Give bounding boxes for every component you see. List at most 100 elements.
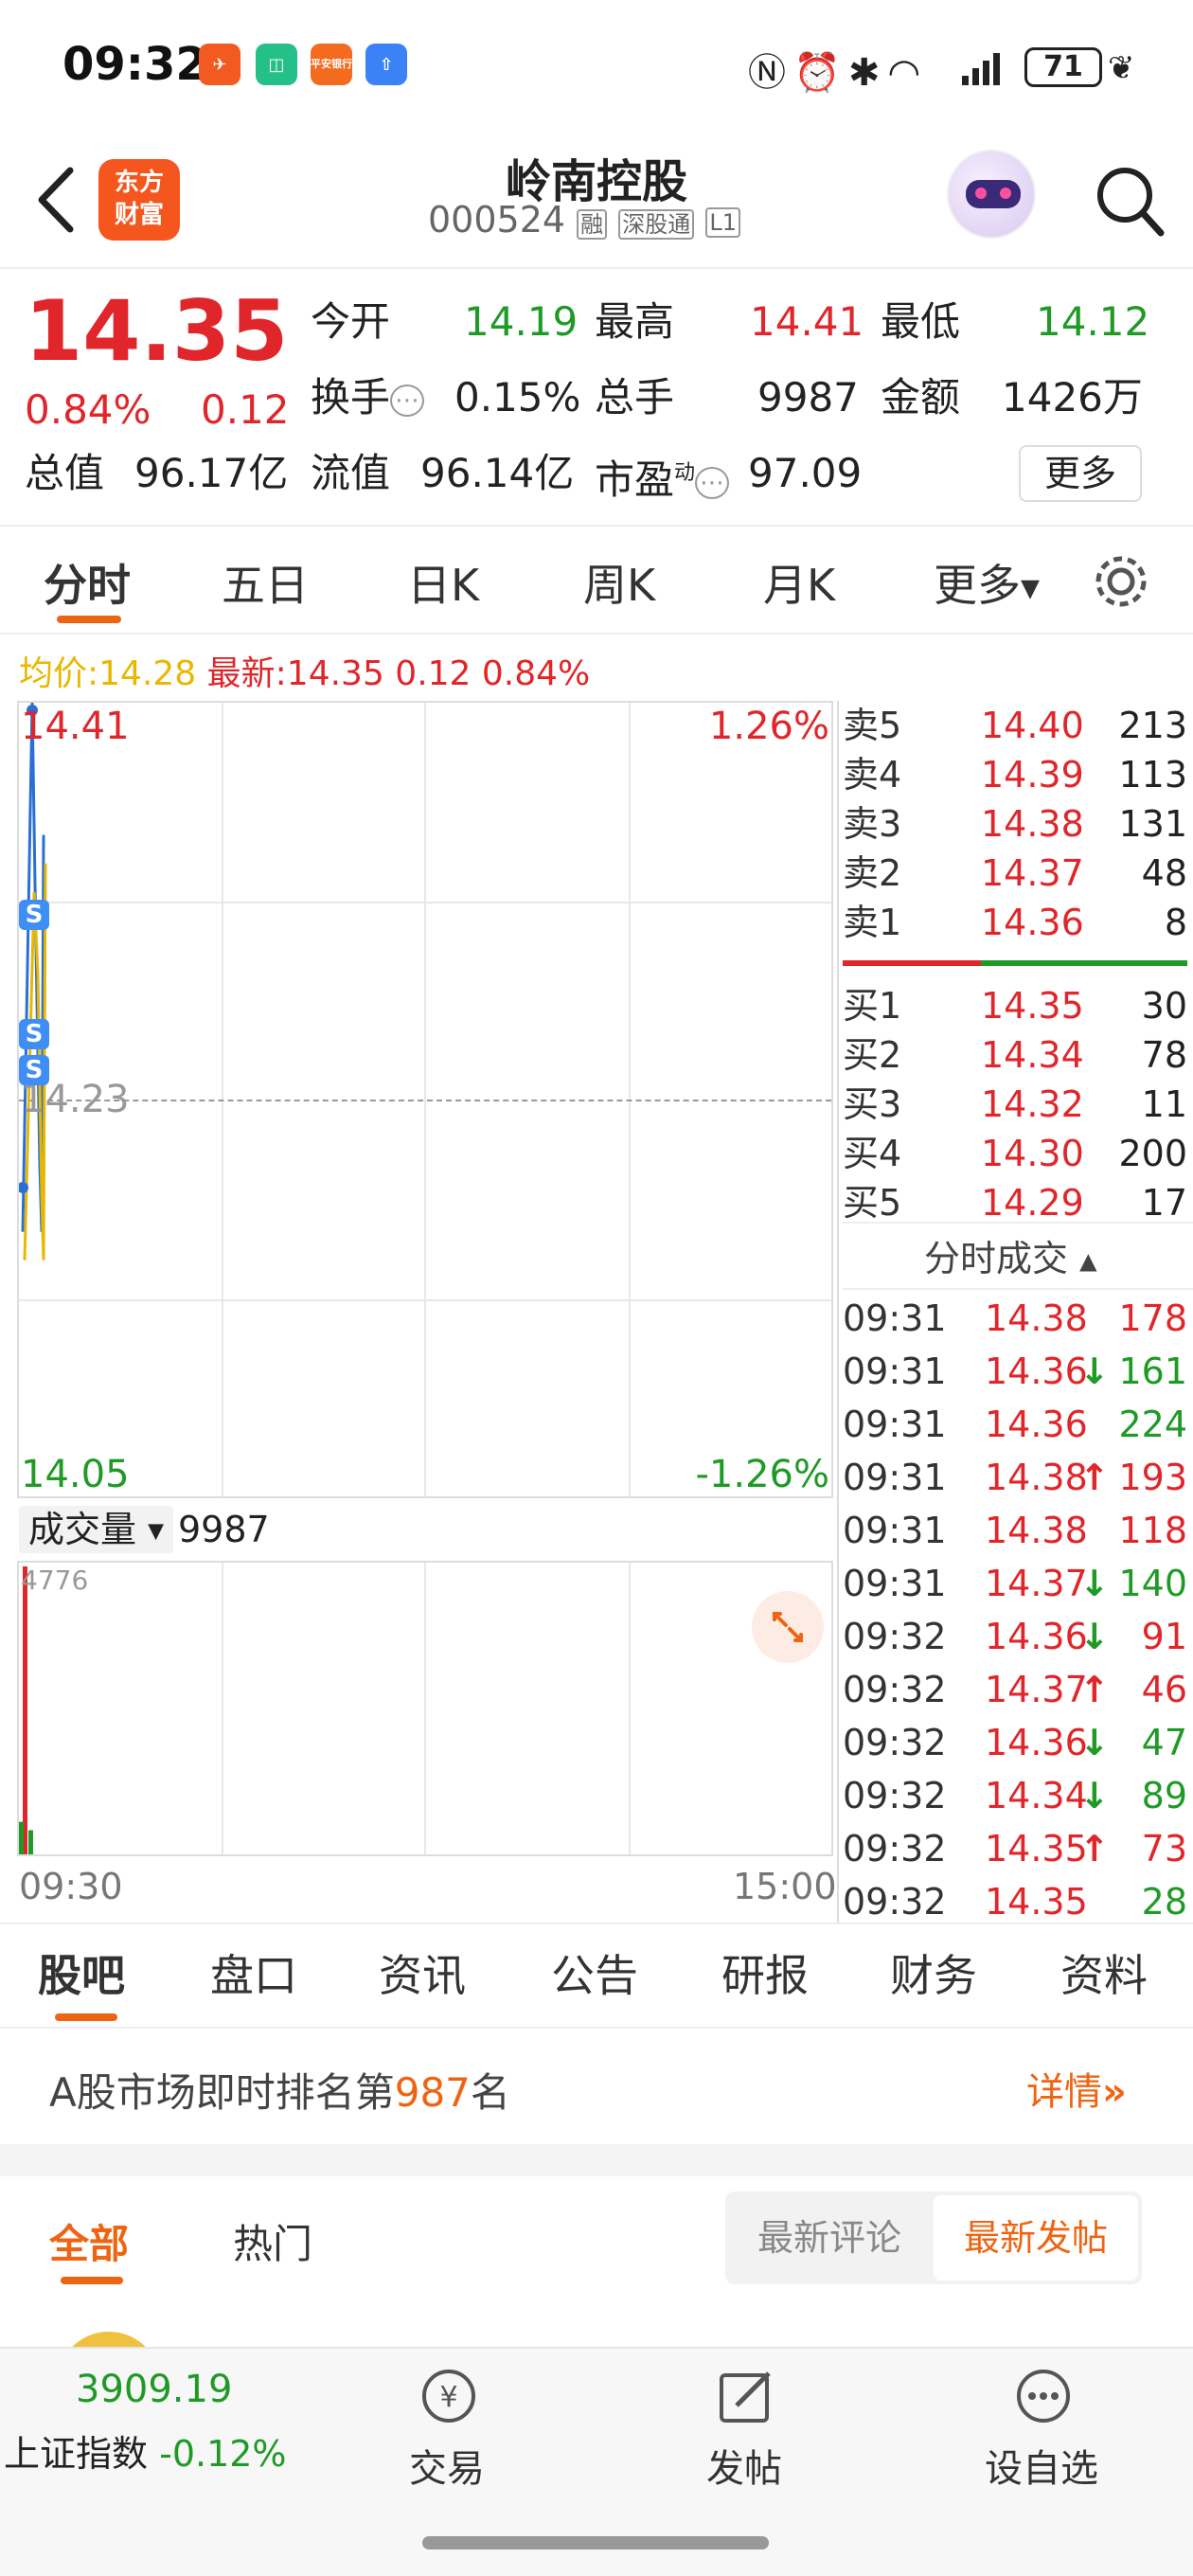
tab-forum[interactable]: 股吧	[38, 1941, 125, 2004]
upload-app-icon: ⇧	[365, 44, 407, 85]
volume-plot	[19, 1566, 33, 1854]
bid-volume: 30	[1141, 985, 1187, 1027]
post-nav[interactable]: 发帖	[650, 2362, 839, 2513]
sell-marker[interactable]: S	[19, 1019, 49, 1049]
index-line[interactable]: 上证指数 -0.12%	[4, 2424, 287, 2477]
volume-max-label: 4776	[21, 1565, 89, 1596]
bid-volume: 200	[1118, 1133, 1187, 1174]
tab-intraday[interactable]: 分时	[44, 551, 131, 614]
tab-daily-k[interactable]: 日K	[407, 551, 479, 614]
trade-volume: 140	[1118, 1563, 1187, 1604]
market-cap-label: 总值	[25, 450, 105, 496]
trade-row: 09:32 14.36 ↓ 91	[843, 1610, 1193, 1663]
sort-latest-comment[interactable]: 最新评论	[725, 2191, 934, 2284]
turnover-label[interactable]: 换手 ⋯	[311, 375, 425, 423]
trade-direction-arrow: ↑	[1079, 1828, 1110, 1869]
tab-news[interactable]: 资讯	[379, 1941, 466, 2004]
sell-marker[interactable]: S	[19, 1055, 49, 1085]
ask-row[interactable]: 卖1 14.36 8	[843, 898, 1193, 947]
trade-volume: 73	[1141, 1828, 1187, 1869]
tab-weekly-k[interactable]: 周K	[583, 551, 655, 614]
price-chart[interactable]: 14.41 1.26% 14.23 14.05 -1.26% S S S	[17, 701, 833, 1498]
pe-label[interactable]: 市盈动 ⋯	[595, 451, 730, 506]
ask-price: 14.38	[981, 803, 1084, 845]
ask-strength-bar	[843, 960, 981, 966]
trade-price: 14.36	[985, 1616, 1088, 1657]
settings-icon[interactable]	[1093, 553, 1149, 610]
ask-volume: 113	[1118, 754, 1187, 796]
bid-volume: 11	[1141, 1083, 1187, 1125]
home-indicator[interactable]	[422, 2536, 769, 2549]
feed-tab-hot[interactable]: 热门	[233, 2212, 312, 2270]
trades-header[interactable]: 分时成交 ▲	[924, 1229, 1097, 1281]
trade-volume: 193	[1118, 1457, 1187, 1498]
trade-volume: 118	[1118, 1510, 1187, 1551]
level-badge: L1	[705, 206, 740, 238]
add-watchlist-nav[interactable]: 设自选	[947, 2362, 1136, 2513]
volume-selector[interactable]: 成交量 ▼	[19, 1506, 174, 1553]
bank-app-icon: 平安银行	[311, 44, 352, 85]
bid-row[interactable]: 买1 14.35 30	[843, 981, 1193, 1030]
amount-label: 金额	[881, 374, 961, 420]
robot-assistant-icon[interactable]	[947, 150, 1036, 239]
tab-more[interactable]: 更多▼	[934, 551, 1040, 614]
bid-level-label: 买2	[843, 1034, 902, 1076]
tab-orderbook[interactable]: 盘口	[210, 1941, 297, 2004]
ask-level-label: 卖1	[843, 902, 902, 943]
expand-icon[interactable]	[752, 1591, 824, 1663]
bid-row[interactable]: 买3 14.32 11	[843, 1080, 1193, 1129]
sort-latest-post[interactable]: 最新发帖	[934, 2195, 1138, 2281]
trade-volume: 89	[1141, 1775, 1187, 1816]
trade-volume: 28	[1141, 1881, 1187, 1923]
trade-direction-arrow: ↓	[1079, 1775, 1110, 1816]
tab-profile[interactable]: 资料	[1060, 1941, 1148, 2004]
trade-direction-arrow: ↓	[1079, 1351, 1110, 1392]
divider	[0, 2027, 1193, 2029]
trade-nav[interactable]: ¥ 交易	[352, 2362, 542, 2513]
float-cap-label: 流值	[311, 450, 391, 496]
trade-row: 09:32 14.37 ↑ 46	[843, 1663, 1193, 1716]
trade-volume: 178	[1118, 1297, 1187, 1339]
volume-bar	[23, 1566, 27, 1854]
ask-level-label: 卖3	[843, 803, 902, 845]
index-value[interactable]: 3909.19	[76, 2368, 232, 2411]
trade-direction-arrow: ↓	[1079, 1616, 1110, 1657]
ask-row[interactable]: 卖2 14.37 48	[843, 849, 1193, 898]
yen-icon: ¥	[422, 2370, 475, 2423]
bid-row[interactable]: 买5 14.29 17	[843, 1178, 1193, 1227]
avg-value: 14.28	[98, 654, 197, 693]
bid-strength-bar	[981, 960, 1187, 966]
tab-monthly-k[interactable]: 月K	[763, 551, 835, 614]
tab-research[interactable]: 研报	[721, 1941, 809, 2004]
avg-label: 均价:	[19, 654, 99, 693]
volume-chart[interactable]: 4776	[17, 1561, 833, 1856]
more-button[interactable]: 更多	[1019, 445, 1142, 502]
sell-marker[interactable]: S	[19, 900, 49, 930]
alarm-icon: ⏰	[793, 51, 848, 95]
trade-row: 09:31 14.37 ↓ 140	[843, 1557, 1193, 1610]
float-cap-value: 96.14亿	[420, 450, 575, 496]
ask-price: 14.36	[981, 902, 1084, 943]
wifi-icon: ◠	[887, 51, 929, 95]
bid-row[interactable]: 买4 14.30 200	[843, 1129, 1193, 1178]
ranking-suffix: 名	[470, 2069, 510, 2116]
caret-up-icon: ▲	[1079, 1247, 1097, 1275]
tab-financials[interactable]: 财务	[890, 1941, 977, 2004]
edit-icon	[720, 2371, 771, 2423]
ask-row[interactable]: 卖4 14.39 113	[843, 750, 1193, 799]
ranking-details-link[interactable]: 详情»	[1026, 2061, 1127, 2116]
ask-row[interactable]: 卖5 14.40 213	[843, 701, 1193, 750]
trade-row: 09:32 14.35 28	[843, 1875, 1193, 1928]
feed-tab-all[interactable]: 全部	[49, 2212, 129, 2270]
active-tab-indicator	[61, 2277, 123, 2284]
bid-price: 14.34	[981, 1034, 1084, 1076]
tab-announcements[interactable]: 公告	[551, 1941, 638, 2004]
volume-bar	[19, 1821, 24, 1854]
ask-row[interactable]: 卖3 14.38 131	[843, 799, 1193, 849]
bid-row[interactable]: 买2 14.34 78	[843, 1030, 1193, 1080]
high-label: 最高	[595, 298, 675, 345]
tab-five-day[interactable]: 五日	[222, 551, 309, 614]
divider	[0, 525, 1193, 527]
search-icon[interactable]	[1095, 165, 1166, 241]
top-pct-label: 1.26%	[708, 705, 829, 748]
